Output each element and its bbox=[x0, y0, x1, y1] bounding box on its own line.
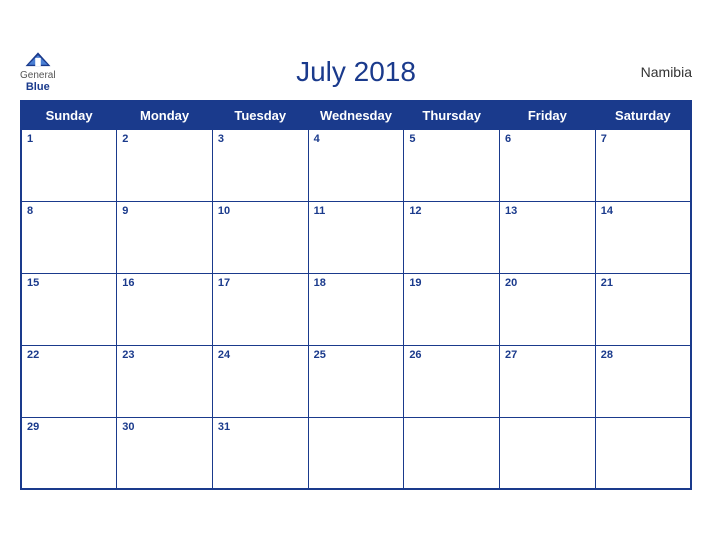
week-row-3: 15 16 17 18 19 20 21 bbox=[21, 273, 691, 345]
day-number: 15 bbox=[27, 277, 111, 289]
calendar-cell: 25 bbox=[308, 345, 404, 417]
calendar-cell: 9 bbox=[117, 201, 213, 273]
day-number: 9 bbox=[122, 205, 207, 217]
calendar-cell: 21 bbox=[595, 273, 691, 345]
calendar-cell: 7 bbox=[595, 129, 691, 201]
day-number: 8 bbox=[27, 205, 111, 217]
calendar-cell: 11 bbox=[308, 201, 404, 273]
week-row-4: 22 23 24 25 26 27 28 bbox=[21, 345, 691, 417]
calendar-cell: 29 bbox=[21, 417, 117, 489]
calendar-title: July 2018 bbox=[296, 56, 416, 88]
calendar-cell bbox=[500, 417, 596, 489]
day-number: 6 bbox=[505, 133, 590, 145]
logo-general-text: General bbox=[20, 70, 56, 81]
calendar-cell: 1 bbox=[21, 129, 117, 201]
logo-area: General Blue bbox=[20, 51, 56, 93]
calendar-table: SundayMondayTuesdayWednesdayThursdayFrid… bbox=[20, 100, 692, 491]
day-number: 26 bbox=[409, 349, 494, 361]
calendar-cell: 30 bbox=[117, 417, 213, 489]
day-number: 1 bbox=[27, 133, 111, 145]
calendar-cell: 27 bbox=[500, 345, 596, 417]
day-number: 4 bbox=[314, 133, 399, 145]
day-number: 14 bbox=[601, 205, 685, 217]
calendar-header: General Blue July 2018 Namibia bbox=[20, 50, 692, 94]
calendar-cell bbox=[308, 417, 404, 489]
weekday-header-row: SundayMondayTuesdayWednesdayThursdayFrid… bbox=[21, 101, 691, 130]
logo-blue-text: Blue bbox=[26, 81, 50, 93]
calendar-cell: 14 bbox=[595, 201, 691, 273]
calendar-cell bbox=[595, 417, 691, 489]
weekday-header-thursday: Thursday bbox=[404, 101, 500, 130]
day-number: 16 bbox=[122, 277, 207, 289]
calendar-thead: SundayMondayTuesdayWednesdayThursdayFrid… bbox=[21, 101, 691, 130]
calendar-cell: 4 bbox=[308, 129, 404, 201]
calendar-cell: 5 bbox=[404, 129, 500, 201]
day-number: 21 bbox=[601, 277, 685, 289]
calendar-cell: 13 bbox=[500, 201, 596, 273]
calendar-cell: 26 bbox=[404, 345, 500, 417]
country-label: Namibia bbox=[641, 64, 692, 80]
calendar-cell: 28 bbox=[595, 345, 691, 417]
weekday-header-tuesday: Tuesday bbox=[212, 101, 308, 130]
calendar-tbody: 1234567891011121314151617181920212223242… bbox=[21, 129, 691, 489]
day-number: 28 bbox=[601, 349, 685, 361]
calendar-cell: 20 bbox=[500, 273, 596, 345]
week-row-1: 1234567 bbox=[21, 129, 691, 201]
calendar-cell: 19 bbox=[404, 273, 500, 345]
calendar-cell: 3 bbox=[212, 129, 308, 201]
day-number: 24 bbox=[218, 349, 303, 361]
week-row-2: 89 10 11 12 13 14 bbox=[21, 201, 691, 273]
day-number: 20 bbox=[505, 277, 590, 289]
calendar-cell: 18 bbox=[308, 273, 404, 345]
weekday-header-sunday: Sunday bbox=[21, 101, 117, 130]
weekday-header-monday: Monday bbox=[117, 101, 213, 130]
day-number: 17 bbox=[218, 277, 303, 289]
calendar-cell: 2 bbox=[117, 129, 213, 201]
weekday-header-saturday: Saturday bbox=[595, 101, 691, 130]
week-row-5: 29 30 31 bbox=[21, 417, 691, 489]
day-number: 30 bbox=[122, 421, 207, 433]
day-number: 27 bbox=[505, 349, 590, 361]
calendar-cell: 8 bbox=[21, 201, 117, 273]
day-number: 13 bbox=[505, 205, 590, 217]
day-number: 12 bbox=[409, 205, 494, 217]
calendar-cell: 17 bbox=[212, 273, 308, 345]
calendar-cell: 24 bbox=[212, 345, 308, 417]
calendar-cell: 22 bbox=[21, 345, 117, 417]
calendar-cell: 10 bbox=[212, 201, 308, 273]
day-number: 29 bbox=[27, 421, 111, 433]
calendar-cell: 23 bbox=[117, 345, 213, 417]
day-number: 2 bbox=[122, 133, 207, 145]
calendar-cell: 12 bbox=[404, 201, 500, 273]
calendar-cell: 15 bbox=[21, 273, 117, 345]
day-number: 23 bbox=[122, 349, 207, 361]
weekday-header-friday: Friday bbox=[500, 101, 596, 130]
day-number: 31 bbox=[218, 421, 303, 433]
day-number: 19 bbox=[409, 277, 494, 289]
day-number: 25 bbox=[314, 349, 399, 361]
day-number: 3 bbox=[218, 133, 303, 145]
weekday-header-wednesday: Wednesday bbox=[308, 101, 404, 130]
day-number: 5 bbox=[409, 133, 494, 145]
calendar-cell: 6 bbox=[500, 129, 596, 201]
calendar-cell bbox=[404, 417, 500, 489]
day-number: 11 bbox=[314, 205, 399, 217]
calendar-cell: 16 bbox=[117, 273, 213, 345]
day-number: 10 bbox=[218, 205, 303, 217]
day-number: 22 bbox=[27, 349, 111, 361]
calendar-container: General Blue July 2018 Namibia SundayMon… bbox=[0, 40, 712, 511]
day-number: 7 bbox=[601, 133, 685, 145]
calendar-cell: 31 bbox=[212, 417, 308, 489]
logo-icon bbox=[24, 51, 52, 69]
day-number: 18 bbox=[314, 277, 399, 289]
